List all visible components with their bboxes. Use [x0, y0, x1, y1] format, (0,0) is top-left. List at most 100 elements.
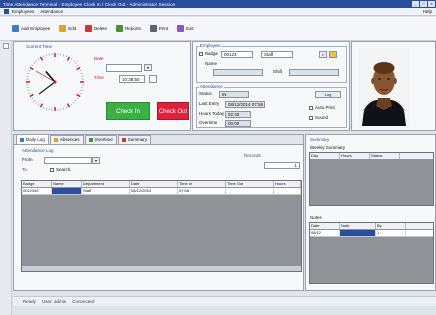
overtime-label: Overtime	[199, 120, 218, 125]
log-button[interactable]: Log	[315, 91, 341, 98]
clock-minute-tick	[76, 64, 79, 67]
column-header[interactable]: Badge	[22, 181, 52, 187]
menu-item-attendance[interactable]: Attendance	[40, 9, 63, 14]
sound-checkbox[interactable]	[309, 116, 313, 120]
weekly-summary-grid[interactable]: Day Hours Status	[309, 152, 434, 206]
hours-input: 02:40	[225, 111, 251, 118]
table-cell-selected	[52, 188, 82, 194]
toolbar-exit-button[interactable]: Exit	[177, 25, 194, 32]
table-cell: 08/12	[310, 230, 340, 236]
status-bar: Ready User: admin Connected	[13, 296, 436, 306]
overtime-icon	[88, 138, 93, 142]
absence-icon	[53, 138, 58, 142]
toolbar-reports-button[interactable]: Reports	[116, 25, 141, 32]
search-button[interactable]: ⌕	[319, 51, 327, 58]
column-header[interactable]: Hours	[340, 153, 370, 159]
clock-minute-hand	[38, 81, 56, 95]
clock-hour-tick	[66, 56, 71, 61]
clock-minute-tick	[70, 58, 73, 61]
date-field[interactable]	[106, 64, 142, 72]
department-input[interactable]: Staff	[261, 51, 293, 58]
lock-icon[interactable]	[329, 51, 337, 58]
status-input: IN	[219, 91, 249, 98]
toolbar-print-button[interactable]: Print	[149, 25, 168, 32]
from-date-picker[interactable]: ▾	[92, 157, 100, 164]
shift-input[interactable]	[289, 69, 339, 76]
menu-item-employees[interactable]: Employees	[12, 9, 34, 14]
clock-minute-tick	[35, 101, 38, 104]
column-header[interactable]: Date	[130, 181, 178, 187]
dock-pin-icon[interactable]	[3, 43, 9, 49]
exit-icon	[177, 25, 185, 32]
table-cell	[274, 188, 301, 194]
grid-header: Badge Name Department Date Time In Time …	[22, 181, 301, 188]
date-picker-button[interactable]: ▾	[144, 64, 152, 71]
clock-minute-tick	[70, 103, 73, 106]
clock-section-title: Current Time	[26, 44, 53, 49]
print-icon	[149, 25, 157, 32]
minimize-button[interactable]: _	[412, 1, 419, 7]
column-header[interactable]: Status	[370, 153, 400, 159]
clock-minute-tick	[37, 58, 40, 61]
tab-absences[interactable]: Absences	[49, 135, 84, 144]
clock-minute-tick	[65, 106, 67, 109]
menu-item-help[interactable]: Help	[423, 9, 432, 14]
tab-daily-log[interactable]: Daily Log	[16, 134, 49, 144]
check-out-button[interactable]: Check Out	[157, 102, 189, 120]
clock-minute-tick	[43, 55, 45, 58]
attendance-group-title: Attendance	[199, 84, 224, 89]
status-item: User: admin	[42, 299, 67, 304]
clock-hour-tick	[29, 66, 34, 71]
clock-minute-tick	[37, 103, 40, 106]
attendance-grid[interactable]: Badge Name Department Date Time In Time …	[21, 180, 302, 272]
column-header[interactable]: Time In	[178, 181, 226, 187]
column-header[interactable]: Date	[310, 223, 340, 229]
toolbar-item-label: Add Employee	[21, 26, 51, 31]
time-spin[interactable]	[149, 75, 157, 83]
table-cell: 1	[376, 230, 406, 236]
title-bar: Time Attendance Terminal - Employee Cloc…	[0, 0, 436, 8]
tab-overtime[interactable]: Overtime	[84, 135, 117, 144]
column-header[interactable]: Note	[340, 223, 376, 229]
tab-label: Overtime	[94, 137, 113, 142]
summary-icon	[121, 138, 126, 142]
shift-label: Shift	[273, 69, 283, 74]
tab-label: Absences	[59, 137, 80, 142]
check-in-button[interactable]: Check In	[106, 102, 150, 120]
column-header[interactable]: Day	[310, 153, 340, 159]
toolbar: Add Employee Edit Delete Reports Print E…	[0, 17, 436, 41]
table-row[interactable]: 0012345 Staff 08/12/2014 07:58	[22, 188, 301, 195]
table-row[interactable]: 08/12 1	[310, 230, 433, 237]
auto-print-checkbox[interactable]	[309, 106, 313, 110]
clock-hour-hand	[45, 70, 56, 83]
log-panel: Daily Log Absences Overtime Summary Atte…	[13, 134, 304, 291]
column-header[interactable]: Hours	[274, 181, 301, 187]
name-input[interactable]	[213, 69, 263, 76]
hours-label: Hours Today	[199, 111, 225, 116]
time-field[interactable]: 10:38:50	[119, 75, 145, 83]
employee-photo	[358, 48, 410, 126]
toolbar-edit-button[interactable]: Edit	[59, 25, 76, 32]
notes-grid[interactable]: Date Note By 08/12 1	[309, 222, 434, 284]
clock-hour-tick	[76, 66, 81, 71]
filter-checkbox[interactable]	[50, 168, 54, 172]
column-header[interactable]: Name	[52, 181, 82, 187]
tab-summary[interactable]: Summary	[117, 135, 152, 144]
log-tabstrip: Daily Log Absences Overtime Summary	[14, 134, 303, 145]
toolbar-delete-button[interactable]: Delete	[85, 25, 107, 32]
column-header[interactable]: Time Out	[226, 181, 274, 187]
horizontal-scrollbar[interactable]	[22, 266, 301, 271]
maximize-button[interactable]: □	[420, 1, 427, 7]
badge-input[interactable]: 00123	[221, 51, 253, 58]
column-header[interactable]: Department	[82, 181, 130, 187]
column-header[interactable]: By	[376, 223, 406, 229]
edit-icon	[59, 25, 67, 32]
auto-print-label: Auto Print	[315, 105, 335, 110]
from-date-input[interactable]	[44, 157, 92, 164]
toolbar-item-label: Exit	[186, 26, 194, 31]
delete-icon	[85, 25, 93, 32]
toolbar-add-employee-button[interactable]: Add Employee	[12, 25, 50, 32]
close-button[interactable]: x	[428, 1, 435, 7]
badge-radio[interactable]	[199, 52, 203, 56]
clock-hour-tick	[76, 93, 81, 98]
